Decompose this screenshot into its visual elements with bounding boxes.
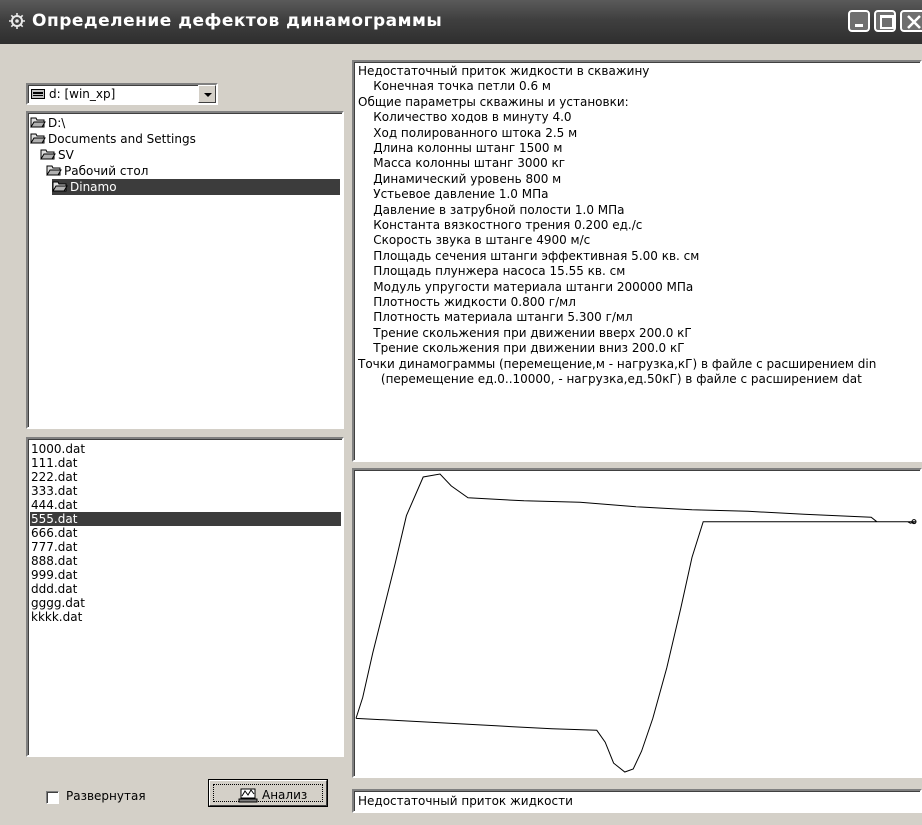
dynamogram-plot <box>355 473 917 773</box>
result-text: Недостаточный приток жидкости <box>358 794 573 808</box>
info-line: Недостаточный приток жидкости в скважину <box>358 64 650 78</box>
info-line: Количество ходов в минуту 4.0 <box>358 110 572 125</box>
directory-list[interactable]: D:\ Documents and Settings SV Рабочий стол D… <box>26 111 344 429</box>
result-field[interactable]: Недостаточный приток жидкости <box>352 789 922 813</box>
info-line: Длина колонны штанг 1500 м <box>358 141 563 155</box>
focus-rect: Анализ <box>213 784 323 803</box>
title-bar[interactable]: Определение дефектов динамограммы <box>0 0 922 44</box>
folder-open-icon <box>30 117 46 128</box>
folder-open-icon <box>52 181 68 192</box>
info-line: Динамический уровень 800 м <box>358 171 562 186</box>
folder-open-icon <box>30 133 46 144</box>
drive-select[interactable]: d: [win_xp] <box>26 83 218 105</box>
file-list-item[interactable]: 999.dat <box>30 568 341 582</box>
info-line: Масса колонны штанг 3000 кг <box>358 156 566 171</box>
dynamogram-series-line <box>355 473 917 773</box>
info-line: Скорость звука в штанге 4900 м/с <box>358 233 591 248</box>
directory-item[interactable]: Documents and Settings <box>30 131 196 147</box>
directory-label: Documents and Settings <box>48 132 196 146</box>
directory-item[interactable]: SV <box>40 147 74 163</box>
directory-label: Рабочий стол <box>64 164 149 178</box>
file-list-item[interactable]: ddd.dat <box>30 582 341 596</box>
drive-dropdown-button[interactable] <box>198 85 216 103</box>
file-list-item[interactable]: 333.dat <box>30 484 341 498</box>
info-line: Конечная точка петли 0.6 м <box>358 79 551 94</box>
info-line: Устьевое давление 1.0 МПа <box>358 187 549 202</box>
info-line: Константа вязкостного трения 0.200 ед./с <box>358 218 643 232</box>
maximize-button[interactable] <box>874 10 896 32</box>
file-list-item[interactable]: 555.dat <box>30 512 341 526</box>
info-line: Трение скольжения при движении вниз 200.… <box>358 341 685 356</box>
directory-item[interactable]: Рабочий стол <box>46 163 148 179</box>
app-icon <box>9 13 25 29</box>
file-list[interactable]: 1000.dat 111.dat 222.dat 333.dat 444.dat 555.… <box>26 437 344 757</box>
folder-open-icon <box>46 165 62 176</box>
info-line: Плотность жидкости 0.800 г/мл <box>358 295 576 309</box>
file-list-item[interactable]: gggg.dat <box>30 596 341 610</box>
analyze-button-label: Анализ <box>262 788 308 802</box>
directory-label: SV <box>58 148 74 162</box>
close-button[interactable] <box>900 10 922 32</box>
window-title: Определение дефектов динамограммы <box>32 11 443 31</box>
drive-icon <box>31 89 45 99</box>
info-line: Трение скольжения при движении вверх 200… <box>358 325 692 340</box>
file-list-item[interactable]: kkkk.dat <box>30 610 341 624</box>
info-line: Ход полированного штока 2.5 м <box>358 125 578 140</box>
expanded-checkbox[interactable] <box>46 791 59 804</box>
info-line: (перемещение ед.0..10000, - нагрузка,ед.… <box>358 372 862 386</box>
analyze-icon <box>238 788 258 803</box>
directory-item[interactable]: D:\ <box>30 115 65 131</box>
directory-label: Dinamo <box>70 180 117 194</box>
drive-value: d: [win_xp] <box>49 87 116 101</box>
file-list-item[interactable]: 666.dat <box>30 526 341 540</box>
directory-label: D:\ <box>48 116 66 130</box>
info-line: Площадь плунжера насоса 15.55 кв. см <box>358 264 626 279</box>
file-list-item[interactable]: 111.dat <box>30 456 341 470</box>
info-line: Давление в затрубной полости 1.0 МПа <box>358 202 625 217</box>
file-list-item[interactable]: 1000.dat <box>30 442 341 456</box>
expanded-checkbox-label[interactable]: Развернутая <box>66 789 146 803</box>
info-line: Площадь сечения штанги эффективная 5.00 … <box>358 248 700 263</box>
info-line: Общие параметры скважины и установки: <box>358 94 629 109</box>
info-line: Модуль упругости материала штанги 200000… <box>358 279 694 294</box>
info-line: Точки динамограммы (перемещение,м - нагр… <box>358 356 877 371</box>
file-list-item[interactable]: 444.dat <box>30 498 341 512</box>
close-icon <box>907 15 921 29</box>
dynamogram-chart <box>352 468 922 778</box>
directory-item[interactable]: Dinamo <box>52 179 340 195</box>
file-list-item[interactable]: 222.dat <box>30 470 341 484</box>
folder-open-icon <box>40 149 56 160</box>
info-text-area[interactable]: Недостаточный приток жидкости в скважину… <box>352 60 922 462</box>
chevron-down-icon <box>204 93 212 97</box>
file-list-item[interactable]: 777.dat <box>30 540 341 554</box>
info-line: Плотность материала штанги 5.300 г/мл <box>358 310 633 325</box>
minimize-button[interactable] <box>848 10 870 32</box>
analyze-button[interactable]: Анализ <box>208 779 328 807</box>
file-list-item[interactable]: 888.dat <box>30 554 341 568</box>
